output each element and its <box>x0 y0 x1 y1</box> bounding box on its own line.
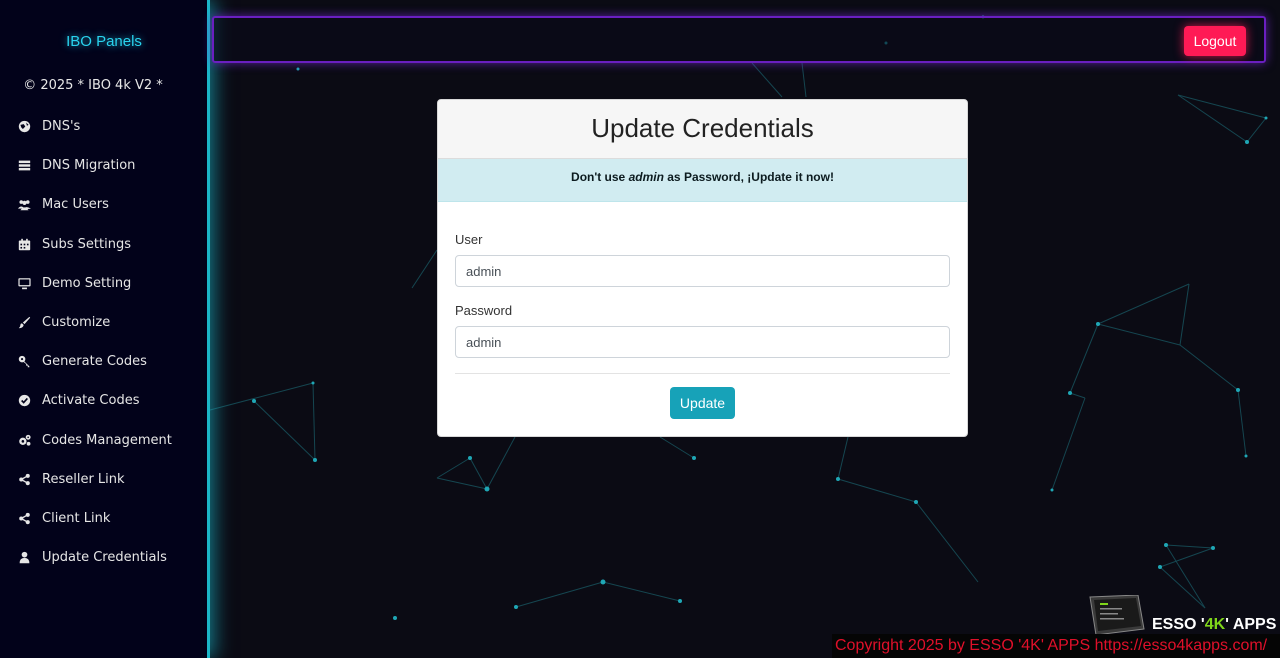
sidebar-item-demo-setting[interactable]: Demo Setting <box>0 264 208 303</box>
user-input[interactable] <box>455 255 950 287</box>
monitor-icon <box>16 275 32 291</box>
brush-icon <box>16 315 32 331</box>
logout-button[interactable]: Logout <box>1184 26 1246 56</box>
sidebar-item-label: Reseller Link <box>42 471 125 487</box>
sidebar-item-reseller-link[interactable]: Reseller Link <box>0 460 208 499</box>
password-input[interactable] <box>455 326 950 358</box>
sidebar-item-update-credentials[interactable]: Update Credentials <box>0 538 208 577</box>
password-warning-alert: Don't use admin as Password, ¡Update it … <box>438 159 967 202</box>
form-actions: Update <box>455 374 950 419</box>
logo-suffix: ' APPS <box>1225 616 1277 633</box>
user-label: User <box>455 232 483 247</box>
sidebar-item-label: Mac Users <box>42 197 109 213</box>
sidebar-item-label: Subs Settings <box>42 236 131 252</box>
sidebar-item-mac-users[interactable]: Mac Users <box>0 185 208 224</box>
check-circle-icon <box>16 393 32 409</box>
sidebar-item-label: Activate Codes <box>42 393 140 409</box>
update-credentials-card: Update Credentials Don't use admin as Pa… <box>437 99 968 437</box>
sidebar-item-client-link[interactable]: Client Link <box>0 499 208 538</box>
sidebar-item-codes-management[interactable]: Codes Management <box>0 421 208 460</box>
sidebar-item-dns[interactable]: DNS's <box>0 107 208 146</box>
footer-copyright[interactable]: Copyright 2025 by ESSO '4K' APPS https:/… <box>835 637 1267 655</box>
sidebar-item-label: DNS Migration <box>42 158 136 174</box>
alert-text-emph: admin <box>628 170 664 184</box>
server-icon <box>16 158 32 174</box>
credentials-form: User Password Update <box>438 202 967 419</box>
sidebar-item-customize[interactable]: Customize <box>0 303 208 342</box>
sidebar-item-label: Demo Setting <box>42 275 132 291</box>
top-bar: Logout <box>212 16 1266 63</box>
share-icon <box>16 471 32 487</box>
password-label: Password <box>455 303 513 318</box>
calendar-icon <box>16 236 32 252</box>
logo-accent: 4K <box>1204 616 1226 633</box>
sidebar-item-activate-codes[interactable]: Activate Codes <box>0 381 208 420</box>
brand-title[interactable]: IBO Panels <box>0 33 208 50</box>
users-icon <box>16 197 32 213</box>
sidebar-item-label: Client Link <box>42 510 111 526</box>
logo-prefix: ESSO ' <box>1152 616 1205 633</box>
sidebar-item-generate-codes[interactable]: Generate Codes <box>0 342 208 381</box>
cogs-icon <box>16 432 32 448</box>
globe-icon <box>16 119 32 135</box>
sidebar-item-label: Codes Management <box>42 432 172 448</box>
sidebar-nav: DNS's DNS Migration Mac Users Subs Setti… <box>0 107 208 577</box>
brand-subtitle: © 2025 * IBO 4k V2 * <box>23 78 163 93</box>
user-icon <box>16 550 32 566</box>
share-icon <box>16 510 32 526</box>
footer-logo-text: ESSO '4K' APPS <box>1152 616 1276 634</box>
laptop-logo-icon <box>1089 595 1145 636</box>
sidebar-item-label: Generate Codes <box>42 354 147 370</box>
sidebar-item-label: Update Credentials <box>42 550 167 566</box>
alert-text-prefix: Don't use <box>571 170 629 184</box>
form-divider <box>455 373 950 374</box>
update-button[interactable]: Update <box>670 387 735 419</box>
alert-text-suffix: as Password, ¡Update it now! <box>663 170 834 184</box>
sidebar-item-label: Customize <box>42 315 111 331</box>
key-icon <box>16 354 32 370</box>
sidebar-item-dns-migration[interactable]: DNS Migration <box>0 146 208 185</box>
sidebar-item-subs-settings[interactable]: Subs Settings <box>0 225 208 264</box>
sidebar: IBO Panels © 2025 * IBO 4k V2 * DNS's DN… <box>0 0 210 658</box>
sidebar-item-label: DNS's <box>42 119 81 135</box>
card-title: Update Credentials <box>438 100 967 159</box>
